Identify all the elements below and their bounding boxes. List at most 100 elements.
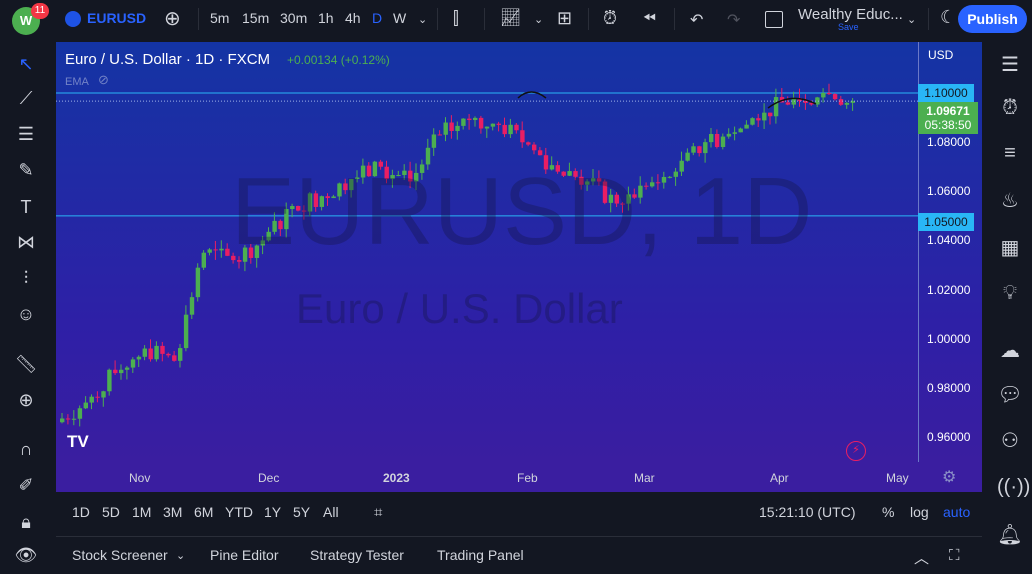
range-5d[interactable]: 5D: [102, 504, 120, 520]
redo-icon[interactable]: ↷: [727, 10, 740, 30]
log-toggle[interactable]: log: [910, 504, 929, 520]
lock-drawing-icon[interactable]: ✐: [14, 475, 38, 499]
chart-pane[interactable]: EURUSD, 1D Euro / U.S. Dollar Euro / U.S…: [56, 42, 982, 462]
clock[interactable]: 15:21:10 (UTC): [759, 504, 855, 520]
chat-icon[interactable]: ☁: [997, 338, 1023, 364]
symbol-search[interactable]: EURUSD: [87, 10, 146, 26]
time-label: Nov: [129, 471, 151, 485]
candle-body: [195, 267, 201, 298]
tips-icon[interactable]: ⚇: [997, 428, 1023, 454]
candle-body: [709, 133, 714, 143]
candle-body: [785, 102, 791, 105]
line-label-upper: 1.10000: [918, 84, 974, 102]
eye-icon[interactable]: 👁︎: [14, 545, 38, 569]
hotlist-icon[interactable]: ♨: [997, 188, 1023, 214]
candles-icon[interactable]: ⫿: [453, 8, 459, 29]
range-3m[interactable]: 3M: [163, 504, 182, 520]
candle-body: [768, 112, 773, 117]
data-window-icon[interactable]: ≡: [997, 142, 1023, 168]
indicator-ema[interactable]: EMA: [65, 76, 89, 88]
undo-icon[interactable]: ↶: [690, 10, 703, 30]
chevron-down-icon[interactable]: ⌄: [176, 549, 185, 562]
time-axis[interactable]: Nov Dec 2023 Feb Mar Apr May ⚙: [56, 462, 982, 492]
magnet-icon[interactable]: ∩: [14, 439, 38, 463]
interval-5m[interactable]: 5m: [210, 10, 229, 26]
range-1y[interactable]: 1Y: [264, 504, 281, 520]
candle-body: [455, 125, 460, 132]
time-label: Apr: [770, 471, 789, 485]
eye-hidden-icon[interactable]: ⊘: [98, 72, 109, 88]
percent-toggle[interactable]: %: [882, 504, 894, 520]
alarm-icon[interactable]: ⏰︎: [997, 97, 1023, 123]
auto-toggle[interactable]: auto: [943, 504, 970, 520]
notes-icon[interactable]: 💬︎: [997, 382, 1023, 408]
cursor-icon[interactable]: ↖: [14, 54, 38, 78]
candle-body: [750, 118, 755, 125]
fib-icon[interactable]: ☰: [14, 124, 38, 148]
settings-icon[interactable]: ⚙: [942, 467, 956, 487]
tab-strategy-tester[interactable]: Strategy Tester: [310, 547, 404, 563]
fullscreen-square-icon[interactable]: [765, 11, 783, 28]
tab-stock-screener[interactable]: Stock Screener: [72, 547, 168, 563]
range-1m[interactable]: 1M: [132, 504, 151, 520]
currency-selector[interactable]: USD: [928, 48, 953, 62]
candle-body: [827, 93, 832, 95]
interval-15m[interactable]: 15m: [242, 10, 269, 26]
time-label: Dec: [258, 471, 280, 485]
layout-name[interactable]: Wealthy Educ...: [798, 6, 903, 23]
stream-icon[interactable]: ((·)): [997, 476, 1030, 502]
candle-body: [703, 142, 708, 154]
maximize-icon[interactable]: ⛶: [949, 547, 960, 564]
pattern-icon[interactable]: ⋈: [14, 232, 38, 256]
calendar-icon[interactable]: ▦: [997, 235, 1023, 261]
candle-body: [113, 369, 118, 374]
interval-30m[interactable]: 30m: [280, 10, 307, 26]
notifications-icon[interactable]: 🔔︎: [997, 522, 1023, 548]
alert-icon[interactable]: ⏰︎: [603, 8, 617, 29]
candle-body: [832, 94, 838, 100]
interval-4h[interactable]: 4h: [345, 10, 361, 26]
interval-w[interactable]: W: [393, 10, 406, 26]
watchlist-icon[interactable]: ☰: [997, 52, 1023, 78]
lightning-icon[interactable]: ⚡︎: [846, 441, 866, 461]
brush-icon[interactable]: ✎: [14, 160, 38, 184]
date-range-icon[interactable]: ⌗: [374, 504, 382, 521]
candle-body: [484, 126, 490, 129]
ideas-icon[interactable]: 💡︎: [997, 282, 1023, 308]
zoom-icon[interactable]: ⊕: [14, 390, 38, 414]
candle-body: [537, 150, 543, 156]
tab-pine-editor[interactable]: Pine Editor: [210, 547, 278, 563]
legend-title[interactable]: Euro / U.S. Dollar · 1D · FXCM: [65, 51, 270, 68]
candle-body: [83, 402, 88, 409]
trend-line-icon[interactable]: ⟋: [14, 88, 38, 112]
text-icon[interactable]: T: [14, 197, 38, 221]
candle-body: [844, 102, 850, 105]
collapse-icon[interactable]: ︿: [914, 547, 929, 568]
save-label[interactable]: Save: [838, 22, 859, 32]
candle-body: [514, 124, 519, 131]
layout-grid-icon[interactable]: ⊞: [557, 8, 572, 29]
candle-body: [821, 93, 826, 98]
chevron-down-icon[interactable]: ⌄: [907, 13, 916, 26]
range-5y[interactable]: 5Y: [293, 504, 310, 520]
ruler-icon[interactable]: 📏︎: [14, 354, 38, 378]
price-tick: 1.06000: [927, 184, 971, 199]
candle-body: [714, 133, 720, 148]
indicators-icon[interactable]: 📈︎: [500, 8, 522, 28]
range-6m[interactable]: 6M: [194, 504, 213, 520]
chevron-down-icon[interactable]: ⌄: [534, 13, 543, 26]
prediction-icon[interactable]: ⫶: [14, 268, 38, 292]
publish-button[interactable]: Publish: [958, 5, 1027, 33]
range-ytd[interactable]: YTD: [225, 504, 253, 520]
replay-icon[interactable]: ⏪︎: [643, 10, 656, 28]
add-compare-icon[interactable]: ⊕: [164, 6, 181, 31]
range-1d[interactable]: 1D: [72, 504, 90, 520]
interval-d[interactable]: D: [372, 10, 382, 26]
candle-body: [756, 118, 761, 121]
interval-1h[interactable]: 1h: [318, 10, 334, 26]
tab-trading-panel[interactable]: Trading Panel: [437, 547, 524, 563]
lock-icon[interactable]: 🔒︎: [14, 512, 38, 536]
chevron-down-icon[interactable]: ⌄: [418, 13, 427, 26]
emoji-icon[interactable]: ☺: [14, 304, 38, 328]
range-all[interactable]: All: [323, 504, 339, 520]
